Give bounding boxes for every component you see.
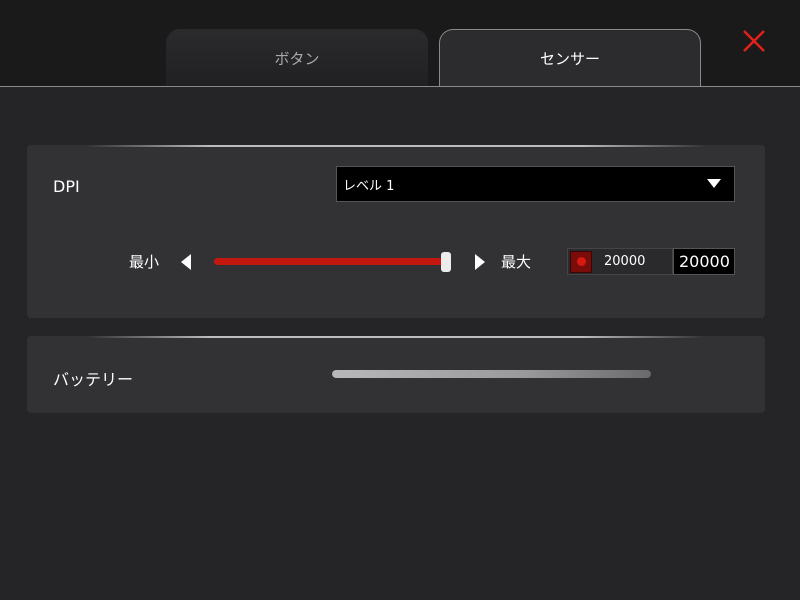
close-icon[interactable]	[740, 27, 768, 55]
header-divider	[0, 86, 800, 87]
dpi-level-select[interactable]: レベル 1	[336, 166, 735, 202]
battery-label: バッテリー	[53, 370, 134, 389]
dpi-max-label: 最大	[501, 253, 532, 271]
dpi-level-selected: レベル 1	[343, 178, 395, 194]
dpi-slider-thumb[interactable]	[441, 252, 451, 272]
increase-arrow-icon[interactable]	[475, 254, 485, 270]
tab-buttons[interactable]: ボタン	[166, 29, 428, 87]
panel-highlight	[87, 336, 705, 338]
tab-buttons-label: ボタン	[274, 49, 320, 68]
tab-sensor[interactable]: センサー	[439, 29, 701, 87]
battery-level-bar	[332, 370, 651, 378]
decrease-arrow-icon[interactable]	[181, 254, 191, 270]
battery-level-fill	[332, 370, 651, 378]
tab-header: ボタン センサー	[0, 0, 800, 87]
panel-highlight	[87, 145, 705, 147]
chevron-down-icon	[707, 179, 721, 188]
dpi-readout: 20000	[604, 254, 646, 269]
battery-panel: バッテリー	[27, 336, 765, 413]
dpi-slider-fill	[214, 258, 446, 265]
sensor-settings-window: ボタン センサー DPI レベル 1 最小 最大 20000 20000 バッテ…	[0, 0, 800, 600]
dpi-panel: DPI レベル 1 最小 最大 20000	[27, 145, 765, 318]
dpi-color-dot	[576, 257, 586, 266]
dpi-level-indicator: 20000	[567, 248, 673, 275]
dpi-slider[interactable]	[214, 252, 451, 272]
dpi-label: DPI	[53, 177, 80, 196]
tab-sensor-label: センサー	[539, 50, 600, 68]
dpi-value-input[interactable]	[673, 248, 735, 275]
dpi-color-swatch[interactable]	[570, 250, 592, 273]
dpi-min-label: 最小	[129, 253, 160, 271]
